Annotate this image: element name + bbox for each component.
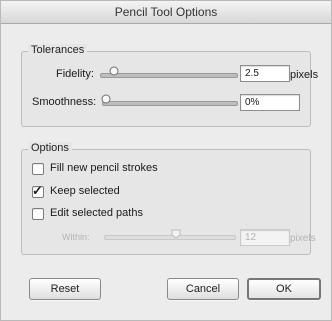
checkmark-icon: ✓ [32, 183, 43, 198]
pencil-tool-options-dialog: Pencil Tool Options Tolerances Fidelity:… [0, 0, 332, 321]
dialog-title: Pencil Tool Options [1, 1, 331, 24]
fidelity-slider-track[interactable] [100, 73, 238, 78]
within-label: Within: [62, 232, 90, 242]
smoothness-slider-thumb[interactable] [100, 94, 112, 104]
fidelity-input[interactable]: 2.5 [240, 65, 290, 82]
options-group: Options Fill new pencil strokes ✓ Keep s… [21, 142, 316, 255]
fidelity-label: Fidelity: [56, 68, 94, 80]
edit-selected-label: Edit selected paths [50, 207, 143, 219]
fill-new-label: Fill new pencil strokes [50, 162, 158, 174]
edit-selected-checkbox[interactable] [32, 208, 44, 220]
options-legend: Options [28, 142, 72, 154]
smoothness-slider-track[interactable] [102, 101, 238, 106]
keep-selected-option[interactable]: ✓ Keep selected [32, 183, 212, 199]
fill-new-checkbox[interactable] [32, 163, 44, 175]
fill-new-pencil-strokes-option[interactable]: Fill new pencil strokes [32, 162, 212, 176]
tolerances-legend: Tolerances [28, 44, 88, 56]
edit-selected-paths-option[interactable]: Edit selected paths [32, 207, 212, 221]
cancel-button[interactable]: Cancel [167, 278, 239, 300]
reset-button[interactable]: Reset [29, 278, 101, 300]
fidelity-unit: pixels [290, 69, 319, 81]
keep-selected-label: Keep selected [50, 185, 120, 197]
tolerances-group: Tolerances Fidelity: 2.5 pixels Smoothne… [21, 44, 318, 127]
within-slider-thumb [171, 229, 181, 239]
smoothness-input[interactable]: 0% [240, 94, 300, 111]
within-input: 12 [240, 229, 290, 246]
keep-selected-checkbox[interactable]: ✓ [32, 183, 44, 198]
ok-button[interactable]: OK [247, 278, 321, 300]
smoothness-label: Smoothness: [32, 96, 97, 108]
within-unit: pixels [290, 233, 316, 244]
fidelity-slider-thumb[interactable] [108, 66, 120, 76]
